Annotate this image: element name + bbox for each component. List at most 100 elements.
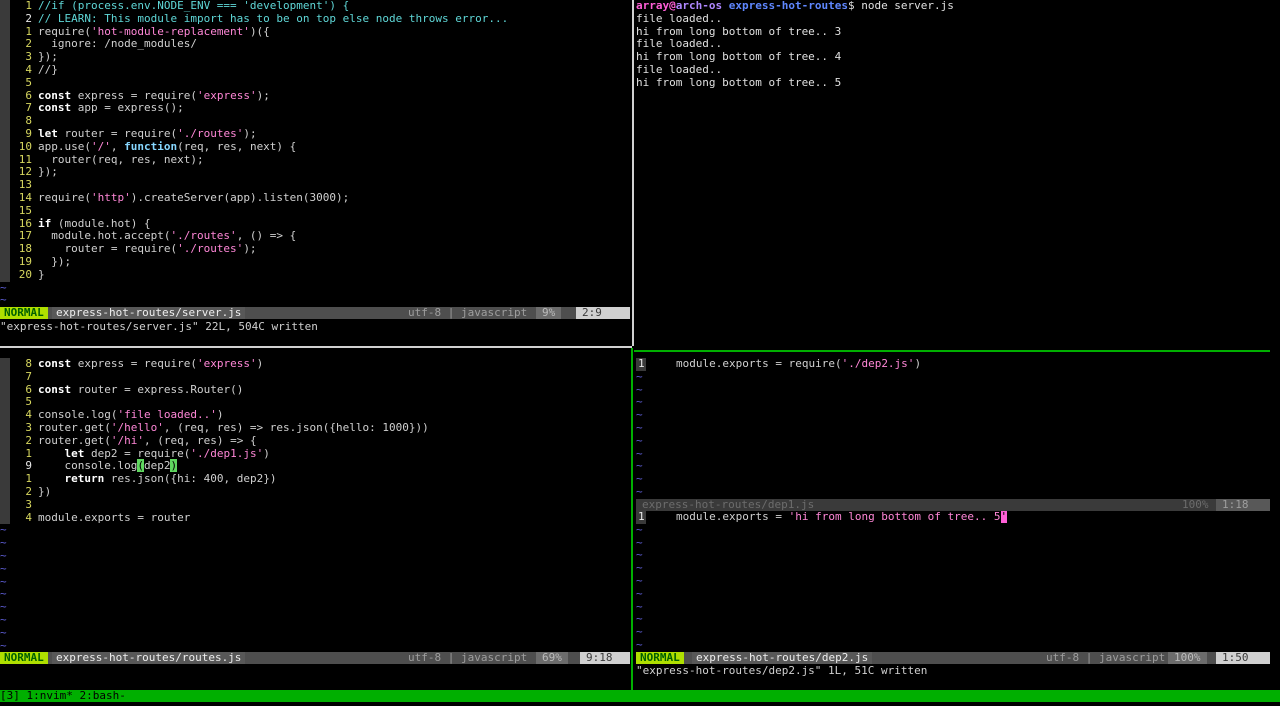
sign-column xyxy=(0,396,10,410)
sign-column xyxy=(0,370,10,384)
code-line[interactable]: 1 module.exports = 'hi from long bottom o… xyxy=(636,511,1270,524)
code-line[interactable]: 7 const app = express(); xyxy=(0,101,630,116)
editor-pane-dep1[interactable]: 1 module.exports = require('./dep2.js') ~ ~… xyxy=(636,358,1270,499)
empty-line-tilde: ~ xyxy=(636,535,643,549)
code-line[interactable]: 11 router(req, res, next); xyxy=(0,152,630,167)
sign-column xyxy=(0,447,10,461)
terminal-pane[interactable]: array@arch-os express-hot-routes$ node s… xyxy=(636,0,1276,345)
code-line[interactable]: 19 }); xyxy=(0,255,630,269)
code-text: require('http').createServer(app).listen… xyxy=(38,190,350,204)
terminal-output-line: file loaded.. xyxy=(636,11,723,25)
empty-line-tilde: ~ xyxy=(636,382,643,396)
sign-column xyxy=(0,268,10,282)
file-name: express-hot-routes/routes.js xyxy=(52,652,246,664)
sign-column xyxy=(0,25,10,39)
shell-prompt: array@arch-os express-hot-routes$ node s… xyxy=(636,0,1276,13)
prompt-command: $ node server.js xyxy=(847,0,954,12)
code-line[interactable]: 4 module.exports = router xyxy=(0,510,630,525)
status-line-routes: NORMAL express-hot-routes/routes.js utf-… xyxy=(0,652,630,664)
code-line[interactable]: 1 return res.json({hi: 400, dep2}) xyxy=(0,472,630,486)
status-line-dep1: express-hot-routes/dep1.js 100% 1:18 xyxy=(636,499,1270,511)
empty-line-tilde: ~ xyxy=(636,573,643,587)
code-line[interactable]: 7 xyxy=(0,369,630,384)
scroll-percent: 100% xyxy=(1176,499,1215,511)
line-number: 2 xyxy=(25,11,32,25)
code-text: ignore: /node_modules/ xyxy=(38,37,197,51)
empty-line-tilde: ~ xyxy=(636,459,643,473)
empty-line-tilde: ~ xyxy=(636,561,643,575)
code-line[interactable]: 18 router = require('./routes'); xyxy=(0,242,630,256)
encoding-filetype: utf-8 | javascript xyxy=(408,651,528,664)
code-line[interactable]: 2 router.get('/hi', (req, res) => { xyxy=(0,434,630,448)
code-text: const app = express(); xyxy=(38,101,184,115)
empty-line-tilde: ~ xyxy=(636,522,643,536)
empty-line-tilde: ~ xyxy=(636,612,643,626)
line-number: 9 xyxy=(25,126,32,140)
sign-column xyxy=(0,243,10,256)
encoding-filetype: utf-8 | javascript xyxy=(408,306,528,319)
code-line[interactable]: 2}) xyxy=(0,485,630,499)
empty-line-tilde: ~ xyxy=(0,612,7,626)
sign-column xyxy=(0,434,10,448)
horizontal-pane-divider-right[interactable] xyxy=(634,350,1270,352)
code-line[interactable]: 3 router.get('/hello', (req, res) => res.… xyxy=(0,420,630,435)
code-line[interactable]: 14 require('http').createServer(app).list… xyxy=(0,190,630,205)
code-text: router(req, res, next); xyxy=(38,152,204,166)
file-name: express-hot-routes/dep2.js xyxy=(692,652,873,664)
sign-column xyxy=(0,204,10,218)
code-line[interactable]: 10 app.use('/', function(req, res, next) … xyxy=(0,139,630,154)
vertical-pane-divider-bottom[interactable] xyxy=(631,348,633,690)
terminal-output-line: file loaded.. xyxy=(636,62,723,76)
code-line[interactable]: 15 xyxy=(0,204,630,218)
code-line[interactable]: 5 xyxy=(0,76,630,90)
empty-line-tilde: ~ xyxy=(636,625,643,639)
sign-column xyxy=(0,0,10,13)
prompt-path: express-hot-routes xyxy=(728,0,848,12)
code-line[interactable]: 20} xyxy=(0,268,630,282)
sign-column xyxy=(0,153,10,167)
prompt-user: array xyxy=(636,0,670,12)
empty-line-tilde: ~ xyxy=(0,587,7,601)
sign-column xyxy=(0,255,10,269)
line-number: 4 xyxy=(25,510,32,524)
code-line[interactable]: 3}); xyxy=(0,50,630,64)
code-text: app.use('/', function(req, res, next) { xyxy=(38,139,297,153)
empty-line-tilde: ~ xyxy=(636,433,643,447)
empty-line-tilde: ~ xyxy=(0,574,7,588)
empty-line-tilde: ~ xyxy=(636,420,643,434)
code-line[interactable]: 1 module.exports = require('./dep2.js') xyxy=(636,358,1270,371)
code-line[interactable]: 2 ignore: /node_modules/ xyxy=(0,37,630,52)
horizontal-pane-divider-left[interactable] xyxy=(0,346,632,348)
editor-pane-server[interactable]: 1//if (process.env.NODE_ENV === 'develop… xyxy=(0,0,630,306)
tmux-status-bar[interactable]: [3] 1:nvim* 2:bash- xyxy=(0,690,1280,702)
empty-line-tilde: ~ xyxy=(636,395,643,409)
sign-column xyxy=(0,89,10,103)
prompt-host: arch-os xyxy=(675,0,723,12)
sign-column xyxy=(0,421,10,435)
empty-line-tilde: ~ xyxy=(636,446,643,460)
command-message-server: "express-hot-routes/server.js" 22L, 504C… xyxy=(0,320,318,333)
code-text: module.exports = require('./dep2.js') xyxy=(676,358,922,370)
status-line-dep2: NORMAL express-hot-routes/dep2.js utf-8 … xyxy=(636,652,1270,664)
cursor-position: 1:50 xyxy=(1216,652,1270,664)
code-text: return res.json({hi: 400, dep2}) xyxy=(64,472,277,486)
code-text: }); xyxy=(38,165,58,179)
file-name: express-hot-routes/server.js xyxy=(52,307,246,319)
code-line[interactable]: 8 const express = require('express') xyxy=(0,358,630,371)
sign-column xyxy=(0,38,10,52)
line-number: 1 xyxy=(638,358,645,370)
code-line[interactable]: 6 const router = express.Router() xyxy=(0,383,630,397)
line-number: 7 xyxy=(25,369,32,383)
vertical-pane-divider-top[interactable] xyxy=(632,0,634,346)
line-number: 8 xyxy=(25,358,32,370)
empty-line-tilde: ~ xyxy=(0,280,7,294)
editor-pane-dep2[interactable]: 1 module.exports = 'hi from long bottom o… xyxy=(636,511,1270,652)
code-line[interactable]: 4 //} xyxy=(0,63,630,77)
editor-pane-routes[interactable]: 8 const express = require('express') 7 6 con… xyxy=(0,358,630,652)
prompt-at: @ xyxy=(669,0,676,12)
code-text: router.get('/hello', (req, res) => res.j… xyxy=(38,420,429,434)
code-line[interactable]: 3 xyxy=(0,498,630,512)
status-line-server: NORMAL express-hot-routes/server.js utf-… xyxy=(0,307,630,319)
code-line[interactable]: 12}); xyxy=(0,165,630,180)
terminal-output-line: hi from long bottom of tree.. 3 xyxy=(636,24,842,38)
